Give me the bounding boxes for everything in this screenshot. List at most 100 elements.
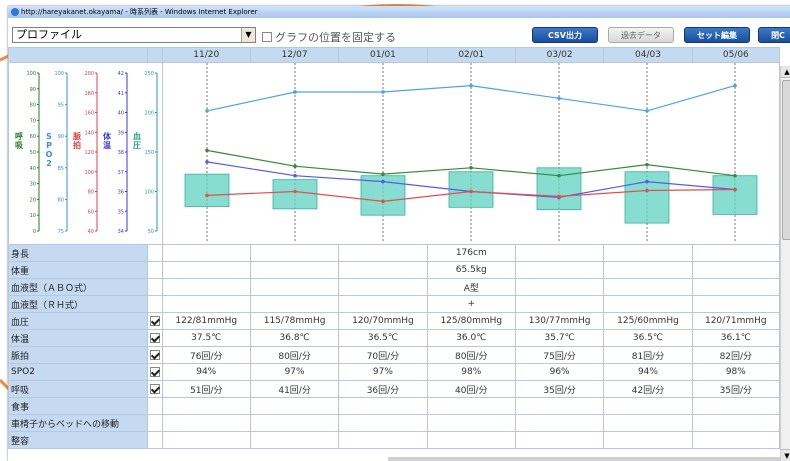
date-header: 04/03 xyxy=(603,47,693,63)
value-cell: 35回/分 xyxy=(691,380,781,398)
header-check-col xyxy=(146,47,163,63)
resp-axis-label-char: 呼 xyxy=(15,131,23,141)
fix-graph-checkbox[interactable]: グラフの位置を固定する xyxy=(262,29,396,45)
row-visible-checkbox[interactable] xyxy=(149,332,160,343)
value-cell: + xyxy=(426,295,516,313)
spo2-axis-label-char: P xyxy=(46,141,52,150)
row-check-cell xyxy=(146,278,163,296)
value-cell: 125/80mmHg xyxy=(426,312,516,330)
temp-tick-label: 35 xyxy=(118,209,124,215)
value-cell xyxy=(338,295,428,313)
value-cell xyxy=(338,278,428,296)
date-header: 05/06 xyxy=(691,47,781,63)
row-visible-checkbox[interactable] xyxy=(149,315,160,326)
value-cell xyxy=(603,397,693,415)
value-cell: 51回/分 xyxy=(161,380,251,398)
data-point xyxy=(732,187,737,192)
scroll-up-icon[interactable]: ▲ xyxy=(781,66,790,78)
value-cell xyxy=(691,295,781,313)
profile-select[interactable]: プロファイル ▼ xyxy=(12,27,256,43)
row-visible-checkbox[interactable] xyxy=(149,366,160,377)
value-cell xyxy=(161,397,251,415)
value-cell: 80回/分 xyxy=(426,346,516,364)
spo2-axis-label-char: S xyxy=(46,132,52,141)
pulse-tick-label: 100 xyxy=(84,170,94,176)
value-cell xyxy=(603,278,693,296)
value-cell xyxy=(249,244,340,262)
bp-tick-label: 150 xyxy=(144,150,154,156)
temp-tick-label: 34 xyxy=(118,229,124,235)
set-edit-button[interactable]: セット編集 xyxy=(684,27,750,43)
data-point xyxy=(292,90,297,94)
value-cell: 36.5℃ xyxy=(338,329,428,347)
row-visible-checkbox[interactable] xyxy=(149,349,160,360)
value-cell xyxy=(249,414,340,432)
checkbox-box[interactable] xyxy=(262,32,272,42)
data-point xyxy=(292,189,297,194)
resp-tick-label: 30 xyxy=(30,182,36,188)
horizontal-scrollbar[interactable] xyxy=(388,457,780,461)
resp-tick-label: 90 xyxy=(30,87,36,93)
pulse-tick-label: 160 xyxy=(84,111,94,117)
bp-axis-label-char: 血 xyxy=(133,131,141,141)
value-cell xyxy=(161,414,251,432)
value-cell xyxy=(514,414,605,432)
resp-axis-label-char: 吸 xyxy=(15,141,23,150)
value-cell: 36.8℃ xyxy=(249,329,340,347)
value-cell xyxy=(338,397,428,415)
data-point xyxy=(204,160,209,164)
value-cell xyxy=(603,244,693,262)
vitals-chart xyxy=(184,63,757,241)
row-label: 整容 xyxy=(8,431,148,449)
value-cell: 94% xyxy=(161,363,251,381)
spo2-axis-label-char: O xyxy=(46,150,53,159)
data-point xyxy=(292,164,297,169)
temp-tick-label: 40 xyxy=(118,111,124,117)
value-cell xyxy=(161,295,251,313)
pulse-tick-label: 120 xyxy=(84,150,94,156)
value-cell xyxy=(514,295,605,313)
value-cell: 42回/分 xyxy=(603,380,693,398)
vital-row: 血圧 122/81mmHg 115/78mmHg 120/70mmHg 125/80mm… xyxy=(8,312,781,330)
resp-tick-label: 50 xyxy=(30,150,36,156)
temp-tick-label: 39 xyxy=(118,130,124,136)
csv-export-button[interactable]: CSV出力 xyxy=(532,27,598,43)
data-point xyxy=(292,173,297,178)
scroll-down-icon[interactable]: ▼ xyxy=(781,449,790,461)
window-title: http://hareyakanet.okayama/ - 時系列表 - Win… xyxy=(21,8,258,16)
value-cell: 122/81mmHg xyxy=(161,312,251,330)
pulse-tick-label: 180 xyxy=(84,91,94,97)
vertical-scrollbar[interactable]: ▲ ▼ xyxy=(780,66,790,461)
vital-row: 食事 xyxy=(8,397,781,415)
ie-icon xyxy=(11,8,19,16)
chevron-down-icon[interactable]: ▼ xyxy=(241,28,255,42)
past-data-button[interactable]: 過去データ xyxy=(608,27,674,43)
profile-select-value: プロファイル xyxy=(16,28,82,41)
data-point xyxy=(644,109,649,113)
value-cell xyxy=(514,278,605,296)
value-cell: 41回/分 xyxy=(249,380,340,398)
value-cell xyxy=(426,397,516,415)
toolbar: プロファイル ▼ グラフの位置を固定する CSV出力 過去データ セット編集 閉… xyxy=(8,18,790,47)
row-label: 体温 xyxy=(8,329,148,347)
vital-row: SPO2 94% 97% 97% 98% 96% 94% 98% xyxy=(8,363,781,381)
resp-tick-label: 70 xyxy=(30,118,36,124)
data-point xyxy=(204,109,209,113)
spo2-tick-label: 95 xyxy=(58,103,64,109)
value-cell xyxy=(338,414,428,432)
pulse-tick-label: 200 xyxy=(84,71,94,77)
row-check-cell xyxy=(146,414,163,432)
close-button[interactable]: 閉C xyxy=(758,27,790,43)
date-header-row: 11/20 12/07 01/01 02/01 03/02 04/03 05/06 xyxy=(8,47,781,63)
value-cell xyxy=(426,431,516,449)
row-label: 呼吸 xyxy=(8,380,148,398)
value-cell: 97% xyxy=(249,363,340,381)
row-visible-checkbox[interactable] xyxy=(149,383,160,394)
spo2-tick-label: 75 xyxy=(58,229,64,235)
pulse-tick-label: 80 xyxy=(88,190,94,196)
data-point xyxy=(468,166,473,170)
chart-row: 100 90 80 70 60 50 40 30 20 10 0 呼吸 100 95 90 85 80 75 S P O… xyxy=(8,62,781,245)
scroll-thumb[interactable] xyxy=(782,80,790,240)
bp-tick-label: 50 xyxy=(148,229,154,235)
row-check-cell xyxy=(146,397,163,415)
